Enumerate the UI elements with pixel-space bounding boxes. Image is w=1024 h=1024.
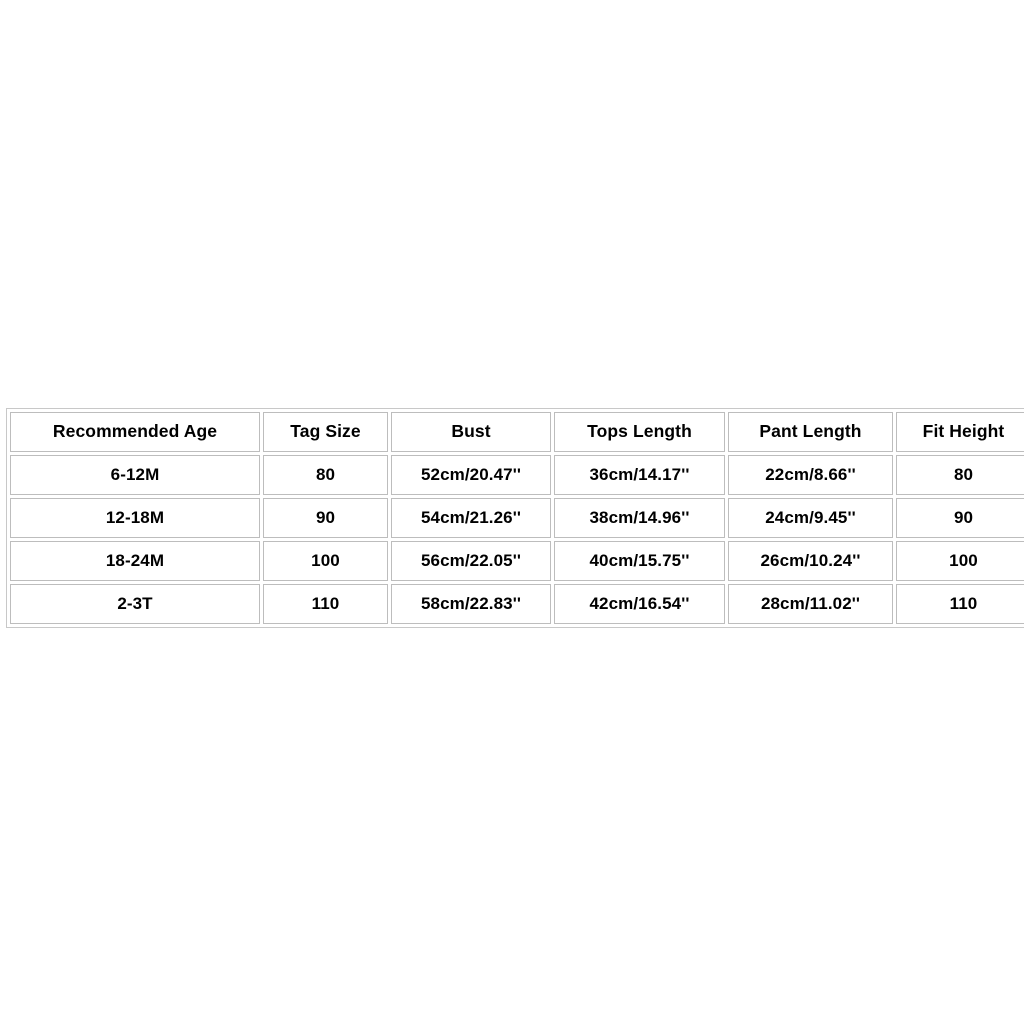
size-chart-table: Recommended Age Tag Size Bust Tops Lengt…	[6, 408, 1024, 628]
column-header-bust: Bust	[391, 412, 551, 452]
table-header: Recommended Age Tag Size Bust Tops Lengt…	[10, 412, 1024, 452]
cell-tops-length: 42cm/16.54''	[554, 584, 725, 624]
table-row: 18-24M 100 56cm/22.05'' 40cm/15.75'' 26c…	[10, 541, 1024, 581]
cell-pant-length: 24cm/9.45''	[728, 498, 893, 538]
cell-tag-size: 90	[263, 498, 388, 538]
cell-recommended-age: 18-24M	[10, 541, 260, 581]
cell-tag-size: 100	[263, 541, 388, 581]
table-row: 2-3T 110 58cm/22.83'' 42cm/16.54'' 28cm/…	[10, 584, 1024, 624]
cell-pant-length: 28cm/11.02''	[728, 584, 893, 624]
cell-recommended-age: 6-12M	[10, 455, 260, 495]
cell-tag-size: 110	[263, 584, 388, 624]
table-row: 12-18M 90 54cm/21.26'' 38cm/14.96'' 24cm…	[10, 498, 1024, 538]
column-header-tops-length: Tops Length	[554, 412, 725, 452]
cell-recommended-age: 2-3T	[10, 584, 260, 624]
cell-fit-height: 110	[896, 584, 1024, 624]
cell-bust: 56cm/22.05''	[391, 541, 551, 581]
column-header-recommended-age: Recommended Age	[10, 412, 260, 452]
column-header-fit-height: Fit Height	[896, 412, 1024, 452]
table-header-row: Recommended Age Tag Size Bust Tops Lengt…	[10, 412, 1024, 452]
cell-fit-height: 80	[896, 455, 1024, 495]
column-header-tag-size: Tag Size	[263, 412, 388, 452]
table-body: 6-12M 80 52cm/20.47'' 36cm/14.17'' 22cm/…	[10, 455, 1024, 624]
cell-tag-size: 80	[263, 455, 388, 495]
cell-fit-height: 90	[896, 498, 1024, 538]
cell-tops-length: 38cm/14.96''	[554, 498, 725, 538]
cell-bust: 58cm/22.83''	[391, 584, 551, 624]
cell-bust: 52cm/20.47''	[391, 455, 551, 495]
cell-tops-length: 40cm/15.75''	[554, 541, 725, 581]
cell-recommended-age: 12-18M	[10, 498, 260, 538]
table-row: 6-12M 80 52cm/20.47'' 36cm/14.17'' 22cm/…	[10, 455, 1024, 495]
cell-pant-length: 26cm/10.24''	[728, 541, 893, 581]
column-header-pant-length: Pant Length	[728, 412, 893, 452]
cell-pant-length: 22cm/8.66''	[728, 455, 893, 495]
page-root: Recommended Age Tag Size Bust Tops Lengt…	[0, 0, 1024, 1024]
size-chart-container: Recommended Age Tag Size Bust Tops Lengt…	[6, 408, 1024, 628]
cell-tops-length: 36cm/14.17''	[554, 455, 725, 495]
cell-bust: 54cm/21.26''	[391, 498, 551, 538]
cell-fit-height: 100	[896, 541, 1024, 581]
